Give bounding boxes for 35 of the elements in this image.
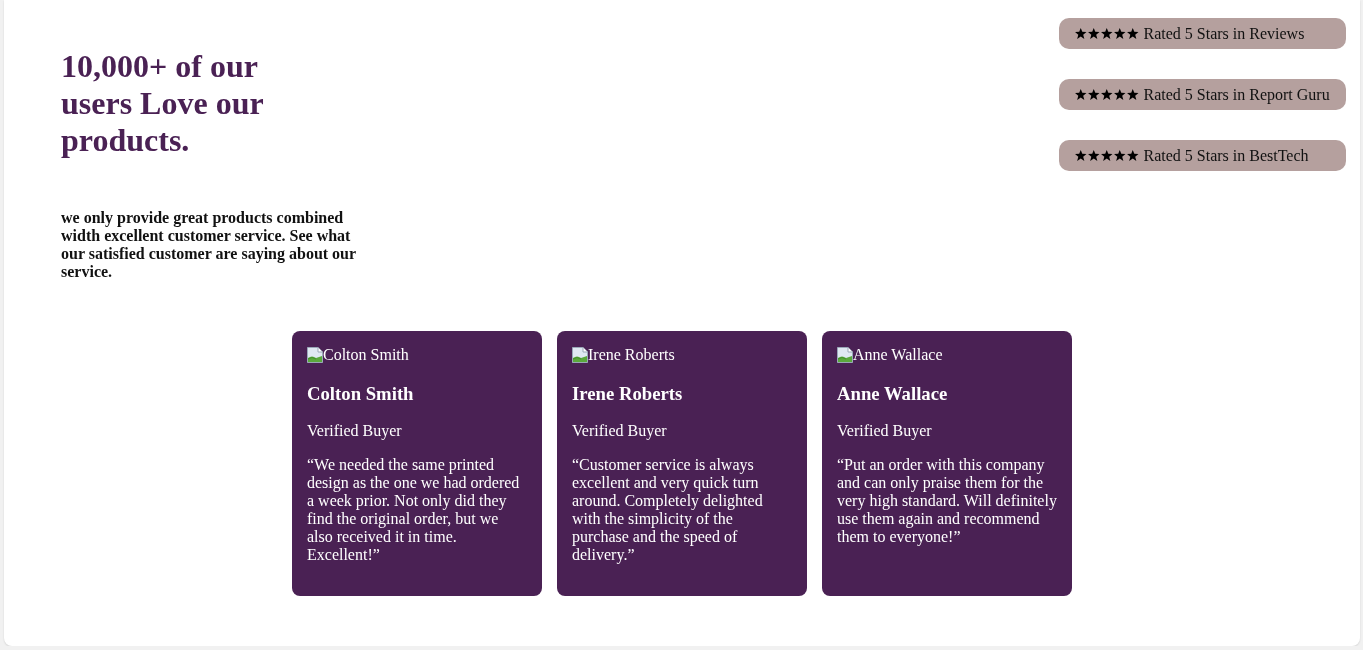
intro-paragraph: we only provide great products combined width excellent customer service. See what our satisfied customer are saying about our service. xyxy=(61,209,357,281)
star-icon xyxy=(1127,150,1139,161)
testimonial-quote: “Put an order with this company and can only praise them for the very high standard. Will definitely use them again and recommend them to everyone!” xyxy=(837,456,1057,546)
image-alt-text: Colton Smith xyxy=(323,346,409,364)
image-alt-text: Irene Roberts xyxy=(588,346,675,364)
broken-image-icon xyxy=(837,347,853,363)
testimonial-quote: “Customer service is always excellent and very quick turn around. Completely delighted with the simplicity of the purchase and the speed of delivery.” xyxy=(572,456,764,564)
headline: 10,000+ of our users Love our products. xyxy=(61,48,265,159)
broken-image-icon xyxy=(307,347,323,363)
star-icon xyxy=(1101,89,1113,100)
star-icon xyxy=(1088,89,1100,100)
rating-label: Rated 5 Stars in Report Guru xyxy=(1143,85,1330,104)
star-icon xyxy=(1114,89,1126,100)
star-icon xyxy=(1101,28,1113,39)
testimonial-quote: “We needed the same printed design as the one we had ordered a week prior. Not only did they find the original order, but we also received it in time. Excellent!” xyxy=(307,456,521,564)
star-icon xyxy=(1075,150,1087,161)
rating-label: Rated 5 Stars in Reviews xyxy=(1143,24,1305,43)
verified-buyer-label: Verified Buyer xyxy=(572,422,668,440)
star-icon xyxy=(1075,28,1087,39)
star-icon xyxy=(1075,89,1087,100)
reviewer-name: Irene Roberts xyxy=(572,383,684,404)
star-icon xyxy=(1114,150,1126,161)
rating-label: Rated 5 Stars in BestTech xyxy=(1143,146,1309,165)
image-alt-text: Anne Wallace xyxy=(853,346,943,364)
star-icon xyxy=(1127,89,1139,100)
star-icon xyxy=(1114,28,1126,39)
star-icon xyxy=(1101,150,1113,161)
star-icon xyxy=(1088,150,1100,161)
reviewer-name: Colton Smith xyxy=(307,383,415,404)
reviewer-name: Anne Wallace xyxy=(837,383,949,404)
verified-buyer-label: Verified Buyer xyxy=(307,422,403,440)
star-icon xyxy=(1127,28,1139,39)
verified-buyer-label: Verified Buyer xyxy=(837,422,933,440)
broken-image-icon xyxy=(572,347,588,363)
star-icon xyxy=(1088,28,1100,39)
